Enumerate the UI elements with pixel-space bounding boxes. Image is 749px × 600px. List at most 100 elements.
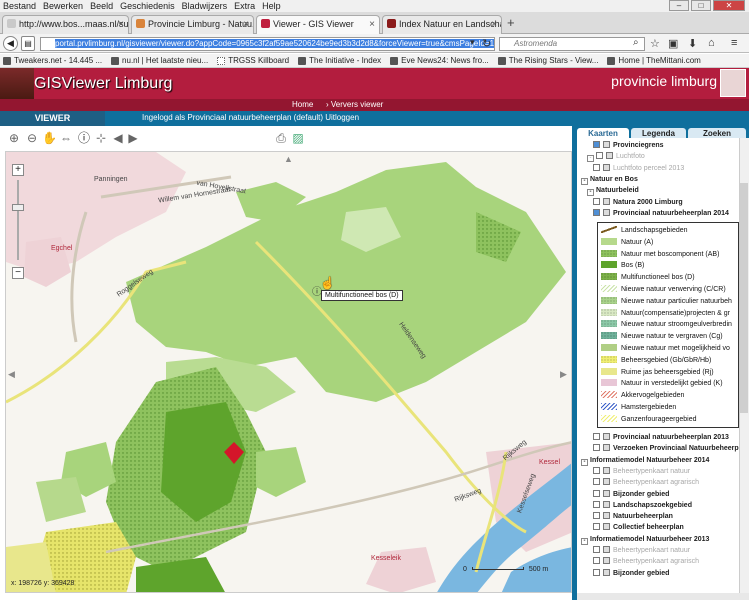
layer-row[interactable]: Collectief beheerplan [593, 522, 684, 533]
zoom-minus-button[interactable]: − [12, 267, 24, 279]
layer-info-checkbox[interactable] [606, 152, 613, 160]
bookmark-mittani[interactable]: Home | TheMittani.com [607, 56, 701, 65]
layer-row[interactable]: Natuurbeheerplan [593, 511, 673, 522]
layer-row[interactable]: - Informatiemodel Natuurbeheer 2013 [581, 534, 709, 545]
reading-list-icon[interactable]: ▣ [668, 37, 678, 50]
layer-row[interactable]: Verzoeken Provinciaal Natuurbeheerplan [593, 443, 739, 454]
layer-info-checkbox[interactable] [603, 478, 610, 486]
layer-info-checkbox[interactable] [603, 163, 610, 171]
collapse-icon[interactable]: - [581, 458, 588, 466]
layer-info-checkbox[interactable] [603, 208, 610, 216]
back-icon[interactable]: ◀ [3, 36, 18, 51]
layer-info-checkbox[interactable] [603, 141, 610, 148]
menu-bladwijzers[interactable]: Bladwijzers [182, 1, 228, 11]
close-tab-icon[interactable]: × [491, 16, 497, 33]
bookmark-trgss[interactable]: TRGSS Killboard [217, 56, 289, 65]
zoom-out-icon[interactable]: ⊖ [25, 131, 39, 145]
download-icon[interactable]: ⬇ [688, 37, 697, 50]
info-icon[interactable]: ⓘ [77, 131, 91, 145]
collapse-icon[interactable]: - [587, 155, 594, 163]
layer-info-checkbox[interactable] [603, 433, 610, 440]
bookmark-star-icon[interactable]: ☆ [650, 37, 660, 50]
map-canvas[interactable]: Panningen Willem van Hornestraat van Hov… [5, 151, 572, 593]
menu-beeld[interactable]: Beeld [90, 1, 113, 11]
zoom-plus-button[interactable]: + [12, 164, 24, 176]
layer-checkbox[interactable] [593, 512, 600, 520]
zoom-slider-handle[interactable] [12, 204, 24, 211]
layer-info-checkbox[interactable] [603, 500, 610, 508]
layer-row[interactable]: Beheertypenkaart agrarisch [593, 477, 699, 488]
maximize-icon[interactable]: □ [691, 0, 711, 11]
layer-checkbox[interactable] [593, 433, 600, 440]
tree-scrollbar-thumb[interactable] [740, 183, 748, 413]
collapse-icon[interactable]: - [581, 537, 588, 545]
close-tab-icon[interactable]: × [118, 16, 124, 33]
layer-info-checkbox[interactable] [603, 489, 610, 497]
layer-checkbox[interactable] [593, 163, 600, 171]
pan-north-icon[interactable]: ▲ [284, 154, 293, 164]
layer-checkbox[interactable] [593, 546, 600, 553]
layer-info-checkbox[interactable] [603, 197, 610, 205]
layer-row[interactable]: Natura 2000 Limburg [593, 197, 683, 208]
layer-row[interactable]: - Natuurbeleid [587, 185, 639, 197]
layer-checkbox[interactable] [593, 557, 600, 565]
layer-checkbox[interactable] [596, 152, 603, 160]
tab-gis-viewer[interactable]: Viewer - GIS Viewer × [256, 15, 380, 34]
close-tab-icon[interactable]: × [369, 16, 375, 33]
close-tab-icon[interactable]: × [243, 16, 249, 33]
pan-east-icon[interactable]: ▶ [560, 369, 567, 380]
layer-checkbox[interactable] [593, 489, 600, 497]
layer-row[interactable]: Provinciaal natuurbeheerplan 2014 [593, 208, 729, 219]
nav-refresh-viewer-link[interactable]: › Ververs viewer [326, 100, 383, 109]
layer-row[interactable]: Bijzonder gebied [593, 568, 669, 579]
close-window-icon[interactable]: ✕ [713, 0, 745, 11]
layer-checkbox[interactable] [593, 568, 600, 576]
site-identity-icon[interactable]: ▤ [21, 36, 35, 51]
search-icon[interactable]: ⌕ [633, 37, 639, 48]
menu-bewerken[interactable]: Bewerken [43, 1, 83, 11]
tree-horizontal-scrollbar[interactable] [577, 593, 749, 600]
layer-checkbox[interactable] [593, 523, 600, 531]
menu-bestand[interactable]: Bestand [3, 1, 36, 11]
export-image-icon[interactable]: ▨ [291, 131, 305, 145]
layer-row[interactable]: - Informatiemodel Natuurbeheer 2014 [581, 455, 709, 466]
bookmark-nu[interactable]: nu.nl | Het laatste nieu... [111, 56, 208, 65]
measure-icon[interactable]: ⇔ [59, 131, 73, 145]
bookmark-tweakers[interactable]: Tweakers.net - 14.445 ... [3, 56, 102, 65]
zoom-in-icon[interactable]: ⊕ [7, 131, 21, 145]
layer-checkbox[interactable] [593, 208, 600, 216]
nav-home-link[interactable]: Home [292, 100, 313, 109]
layer-row[interactable]: - Luchtfoto [587, 151, 645, 163]
layer-row[interactable]: Beheertypenkaart natuur [593, 545, 690, 556]
layer-checkbox[interactable] [593, 466, 600, 474]
previous-extent-icon[interactable]: ◀ [111, 131, 125, 145]
layer-row[interactable]: Luchtfoto perceel 2013 [593, 163, 684, 174]
crosshair-icon[interactable]: ⊹ [94, 131, 108, 145]
layer-checkbox[interactable] [593, 444, 600, 452]
layer-info-checkbox[interactable] [603, 466, 610, 474]
layer-info-checkbox[interactable] [603, 523, 610, 531]
tab-provincie[interactable]: Provincie Limburg - Natuu... × [131, 15, 254, 34]
layer-checkbox[interactable] [593, 197, 600, 205]
reload-icon[interactable]: ↻ [482, 37, 491, 50]
layer-info-checkbox[interactable] [603, 546, 610, 553]
new-tab-icon[interactable]: + [507, 15, 515, 30]
minimize-icon[interactable]: – [669, 0, 689, 11]
bookmark-eve-news[interactable]: Eve News24: News fro... [390, 56, 489, 65]
menu-help[interactable]: Help [262, 1, 281, 11]
collapse-icon[interactable]: - [581, 177, 588, 185]
layer-info-checkbox[interactable] [603, 568, 610, 576]
collapse-icon[interactable]: - [587, 189, 594, 197]
layer-checkbox[interactable] [593, 500, 600, 508]
layer-row[interactable]: Provinciaal natuurbeheerplan 2013 [593, 432, 729, 443]
next-extent-icon[interactable]: ▶ [126, 131, 140, 145]
home-icon[interactable]: ⌂ [708, 37, 715, 49]
layer-row[interactable]: Provinciegrens [593, 140, 664, 151]
layer-row[interactable]: Landschapszoekgebied [593, 500, 692, 511]
pan-west-icon[interactable]: ◀ [8, 369, 15, 380]
layer-row[interactable]: Beheertypenkaart natuur [593, 466, 690, 477]
url-bar[interactable]: portal.prvlimburg.nl/gisviewer/viewer.do… [40, 37, 495, 51]
layer-info-checkbox[interactable] [603, 557, 610, 565]
layer-row[interactable]: Bijzonder gebied [593, 489, 669, 500]
menu-extra[interactable]: Extra [234, 1, 255, 11]
